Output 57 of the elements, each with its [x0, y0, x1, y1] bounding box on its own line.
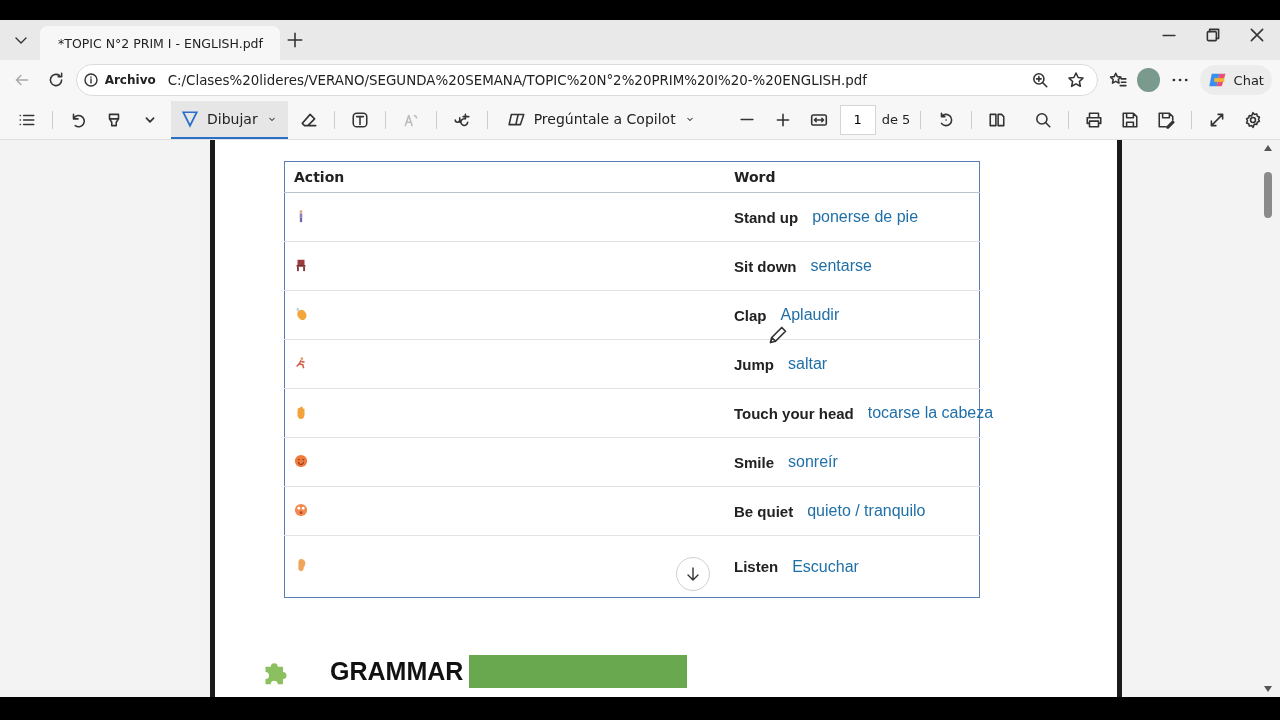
page-number-field[interactable]: 1 [839, 104, 876, 135]
column-header: Word [725, 161, 980, 193]
pen-icon [181, 109, 199, 128]
save-icon [1121, 110, 1139, 129]
close-icon [1248, 26, 1266, 44]
minimize-icon [1162, 32, 1176, 38]
copilot-button[interactable]: Pregúntale a Copilot [497, 100, 706, 139]
scroll-up-icon [1263, 144, 1273, 152]
chair-icon [294, 257, 308, 272]
word-text: Sit down [734, 257, 797, 275]
translation-text: saltar [788, 355, 828, 373]
tab-title: *TOPIC N°2 PRIM I - ENGLISH.pdf [58, 35, 263, 51]
restore-icon [1204, 26, 1222, 44]
word-text: Stand up [734, 208, 799, 226]
caret-icon [145, 116, 155, 123]
browser-tab[interactable]: *TOPIC N°2 PRIM I - ENGLISH.pdf [40, 26, 280, 60]
scheme-label: Archivo [104, 73, 156, 87]
search-icon [1034, 110, 1052, 129]
scroll-down-icon [1263, 685, 1273, 693]
pencil-cursor-icon [768, 325, 788, 345]
profile-avatar[interactable] [1137, 68, 1160, 92]
zoom-out-icon [739, 117, 754, 122]
settings-icon [1244, 110, 1262, 129]
column-header: Action [284, 161, 725, 193]
chat-button[interactable]: Chat [1199, 65, 1272, 95]
url-text: C:/Clases%20lideres/VERANO/SEGUNDA%20SEMANA/TOPIC%20N°2%20PRIM%20I%20-%20ENGLISH.pdf [167, 72, 869, 88]
save-as-icon [1157, 110, 1175, 129]
smiling-face-icon [294, 453, 308, 468]
shushing-face-icon [294, 502, 308, 517]
clapping-hands-icon [294, 306, 308, 321]
word-text: Jump [734, 355, 774, 373]
favorite-icon [1066, 71, 1085, 89]
word-text: Touch your head [734, 404, 854, 422]
translation-text: sentarse [810, 257, 872, 275]
translation-text: Escuchar [792, 557, 859, 576]
more-icon [1171, 78, 1188, 82]
print-icon [1085, 110, 1103, 129]
page-total: de 5 [881, 112, 911, 127]
section-heading: GRAMMAR [330, 657, 464, 686]
down-arrow-icon [685, 566, 701, 582]
translation-text: ponerse de pie [812, 208, 919, 226]
favorites-icon [1108, 71, 1127, 89]
translation-text: sonreír [788, 453, 838, 471]
text-icon [350, 110, 369, 129]
word-text: Smile [734, 453, 775, 471]
address-bar[interactable]: Archivo C:/Clases%20lideres/VERANO/SEGUNDA%20SEMANA/TOPIC%20N°2%20PRIM%20I%20-%20ENGLISH.pdf [75, 64, 1098, 96]
info-icon [82, 72, 99, 88]
word-text: Be quiet [734, 502, 794, 520]
new-tab-icon [286, 31, 304, 49]
zoom-icon [1030, 71, 1049, 89]
translation-text: quieto / tranquilo [807, 502, 926, 520]
word-text: Listen [734, 558, 779, 575]
draw-button[interactable]: Dibujar [171, 100, 288, 139]
running-person-icon [294, 355, 308, 370]
translation-text: Aplaudir [780, 306, 840, 324]
scrollbar-thumb[interactable] [1264, 172, 1272, 218]
word-text: Clap [734, 306, 767, 324]
